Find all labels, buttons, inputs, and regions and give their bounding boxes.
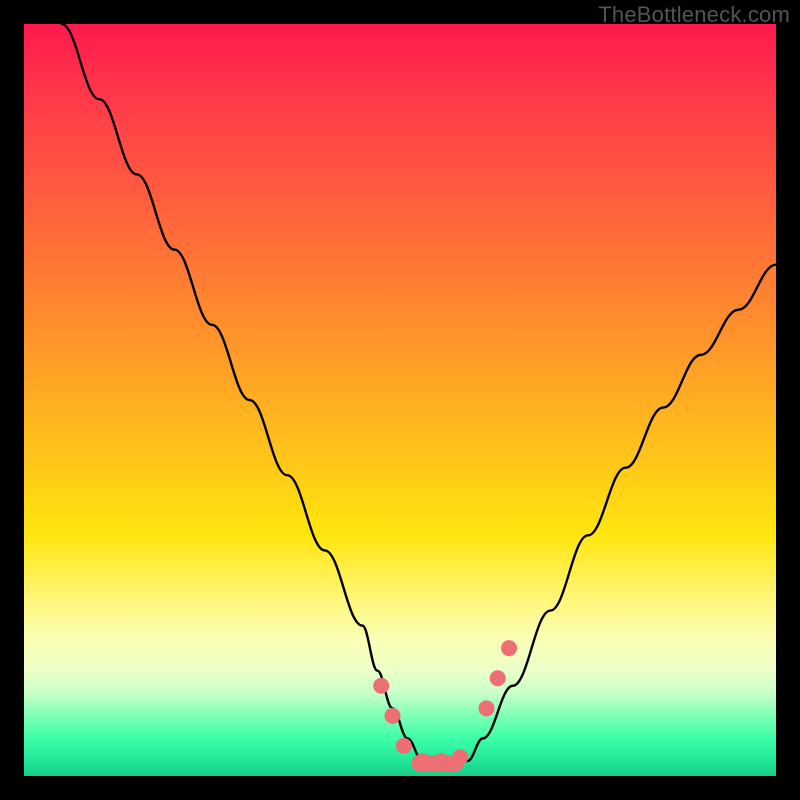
bottleneck-curve xyxy=(62,24,776,768)
marker-dot-7 xyxy=(490,670,506,686)
outer-frame: TheBottleneck.com xyxy=(0,0,800,800)
marker-dot-6 xyxy=(478,700,494,716)
marker-dot-1 xyxy=(384,708,400,724)
curve-layer xyxy=(62,24,776,768)
marker-dot-0 xyxy=(373,678,389,694)
chart-svg xyxy=(24,24,776,776)
marker-dot-5 xyxy=(452,749,468,765)
marker-dot-3 xyxy=(415,753,431,769)
plot-area xyxy=(24,24,776,776)
marker-dot-4 xyxy=(433,753,449,769)
marker-layer xyxy=(373,640,517,771)
marker-dot-8 xyxy=(501,640,517,656)
marker-dot-2 xyxy=(396,738,412,754)
watermark-text: TheBottleneck.com xyxy=(598,2,790,28)
